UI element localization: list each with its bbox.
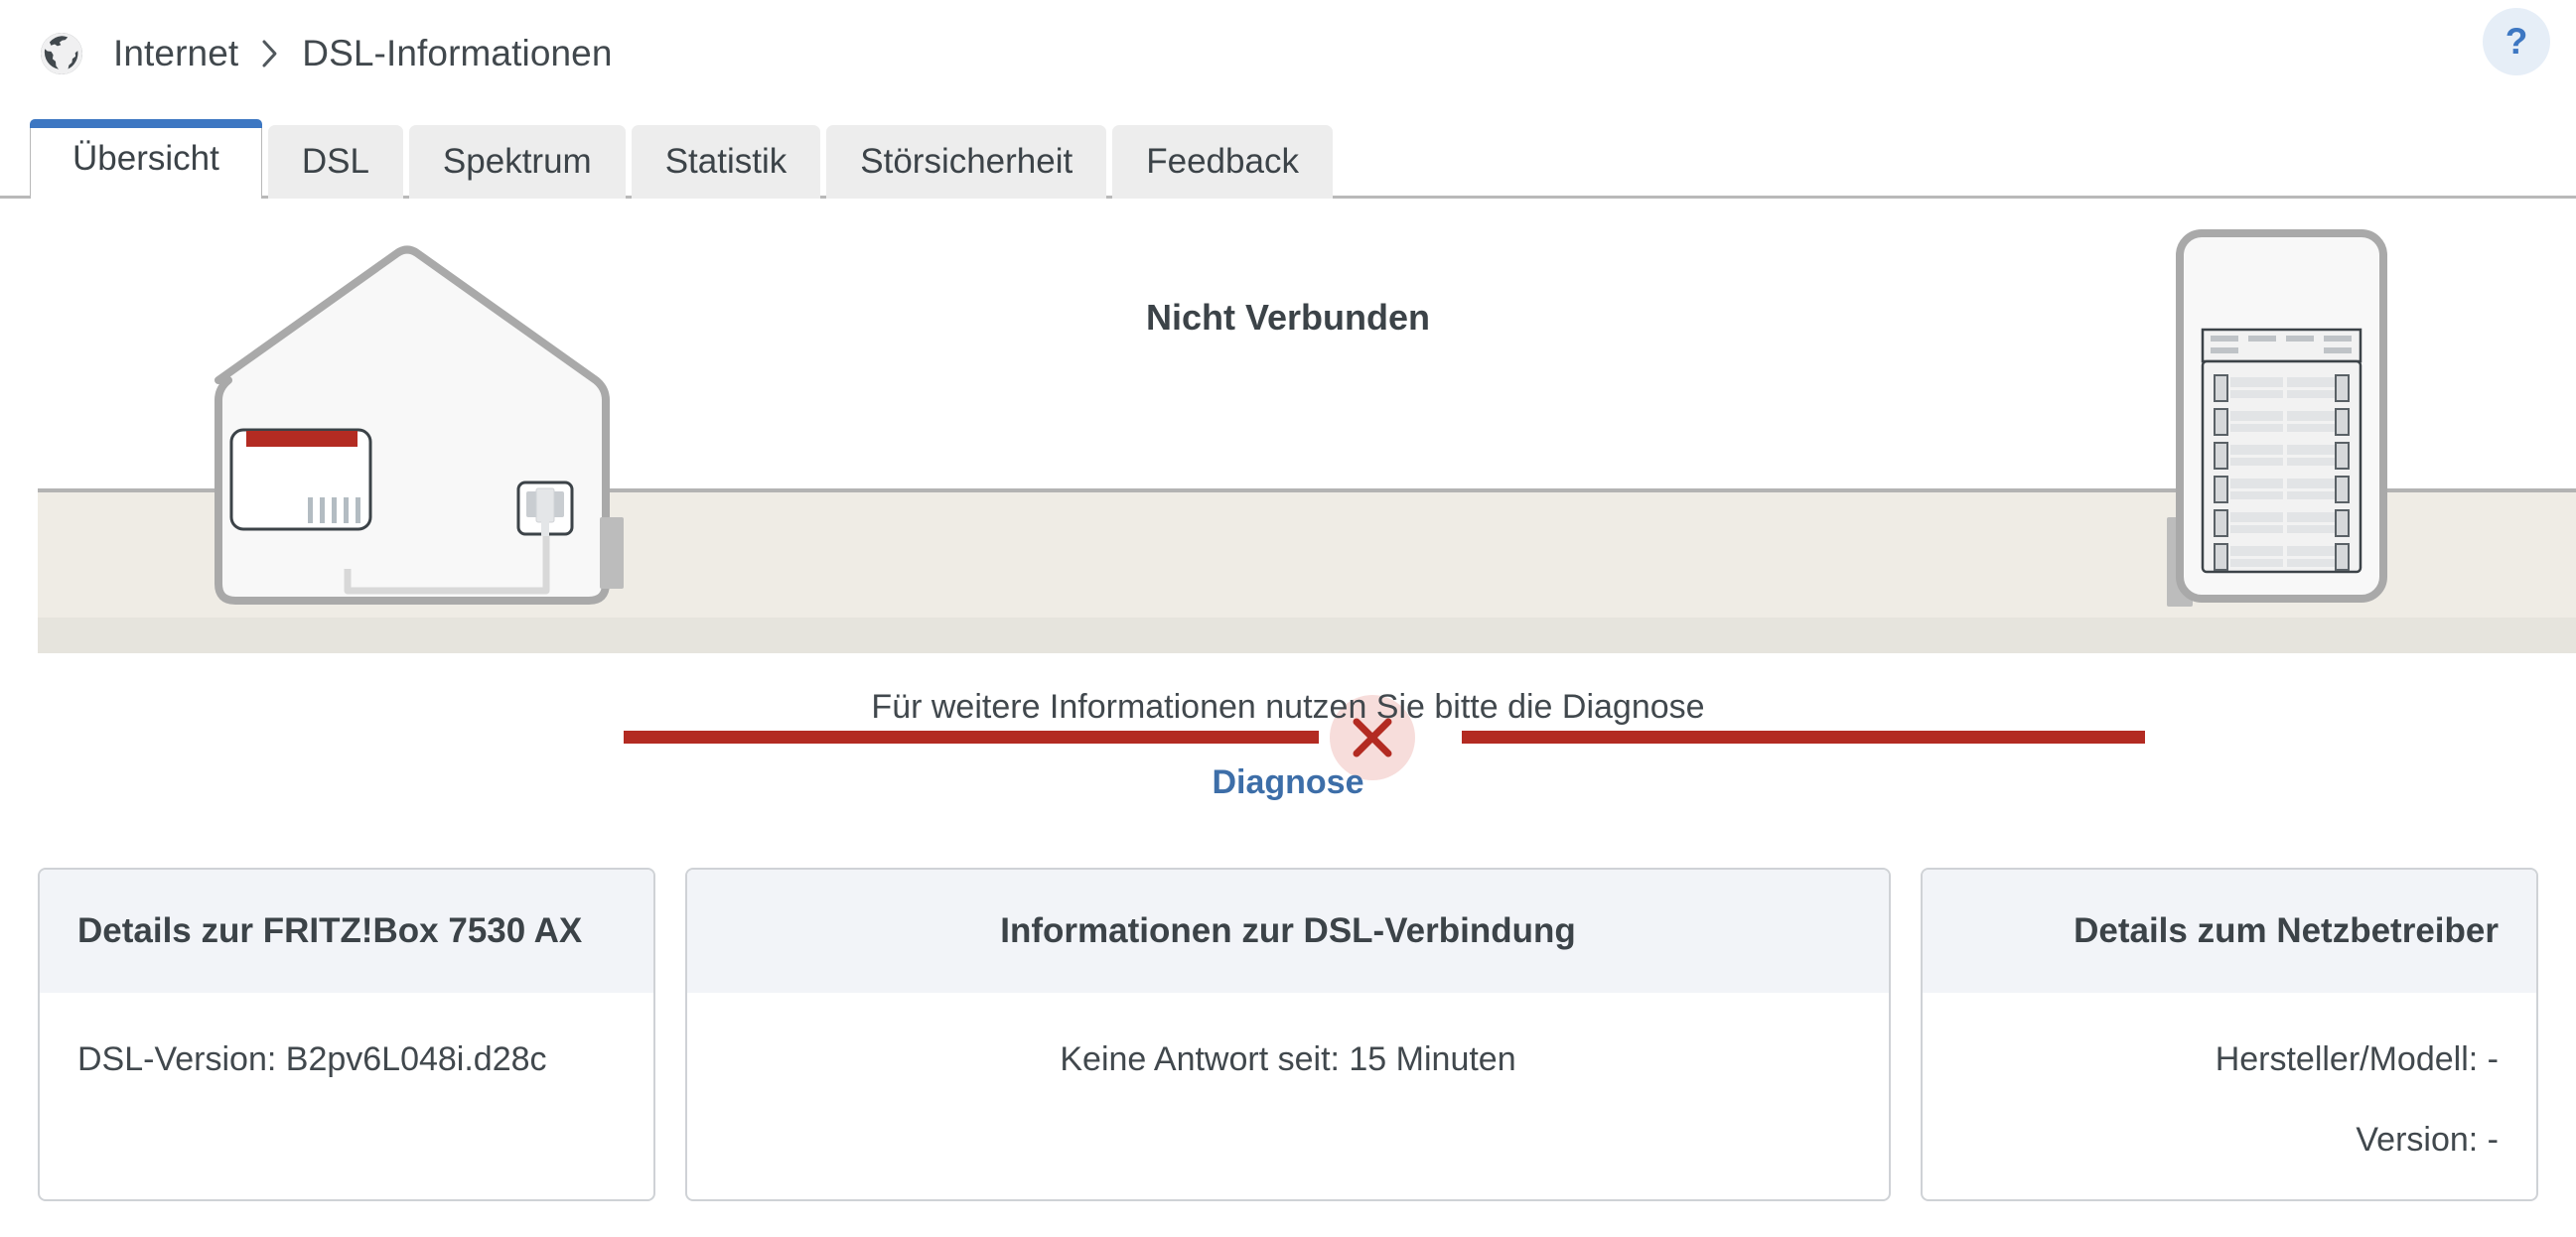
connection-diagram: Nicht Verbunden: [0, 202, 2576, 791]
tab-uebersicht[interactable]: Übersicht: [30, 119, 262, 202]
house-with-router-icon: [199, 241, 616, 614]
breadcrumb-item-internet[interactable]: Internet: [113, 33, 238, 74]
card-dsl-connection-info: Informationen zur DSL-Verbindung Keine A…: [685, 868, 1891, 1201]
card-fritzbox-details: Details zur FRITZ!Box 7530 AX DSL-Versio…: [38, 868, 655, 1201]
card-title: Details zur FRITZ!Box 7530 AX: [40, 870, 653, 993]
tab-statistik[interactable]: Statistik: [631, 125, 821, 199]
breadcrumb-item-dsl-informationen: DSL-Informationen: [302, 33, 613, 73]
page-header: Internet DSL-Informationen: [0, 0, 2576, 107]
card-title: Details zum Netzbetreiber: [1923, 870, 2536, 993]
diagnose-link[interactable]: Diagnose: [0, 763, 2576, 802]
card-row: DSL-Version: B2pv6L048i.d28c: [77, 1040, 547, 1078]
card-title: Informationen zur DSL-Verbindung: [687, 870, 1889, 993]
diagnose-hint-text: Für weitere Informationen nutzen Sie bit…: [871, 688, 1705, 726]
card-row: Keine Antwort seit: 15 Minuten: [1060, 1040, 1516, 1078]
card-row: Version: -: [2356, 1121, 2499, 1159]
network-cabinet-icon: [2175, 228, 2388, 604]
dsl-line-right: [1462, 731, 2145, 744]
tab-dsl[interactable]: DSL: [267, 125, 403, 199]
card-network-operator-details: Details zum Netzbetreiber Hersteller/Mod…: [1921, 868, 2538, 1201]
tab-bar: Übersicht DSL Spektrum Statistik Störsic…: [0, 107, 2576, 202]
card-body: Keine Antwort seit: 15 Minuten: [687, 993, 1889, 1199]
chevron-right-icon: [260, 38, 280, 69]
info-cards: Details zur FRITZ!Box 7530 AX DSL-Versio…: [38, 868, 2538, 1201]
tab-spektrum[interactable]: Spektrum: [408, 125, 626, 199]
help-button[interactable]: ?: [2483, 8, 2550, 75]
globe-icon: [38, 30, 85, 77]
breadcrumb: Internet DSL-Informationen: [113, 33, 613, 74]
tab-feedback[interactable]: Feedback: [1112, 125, 1333, 199]
card-row: Hersteller/Modell: -: [2215, 1040, 2499, 1078]
ground-band-lower: [38, 618, 2576, 653]
card-body: Hersteller/Modell: - Version: -: [1923, 993, 2536, 1199]
house-wall-stub: [600, 517, 624, 589]
dsl-line-left: [624, 731, 1319, 744]
tab-stoersicherheit[interactable]: Störsicherheit: [826, 125, 1107, 199]
card-body: DSL-Version: B2pv6L048i.d28c: [40, 993, 653, 1199]
